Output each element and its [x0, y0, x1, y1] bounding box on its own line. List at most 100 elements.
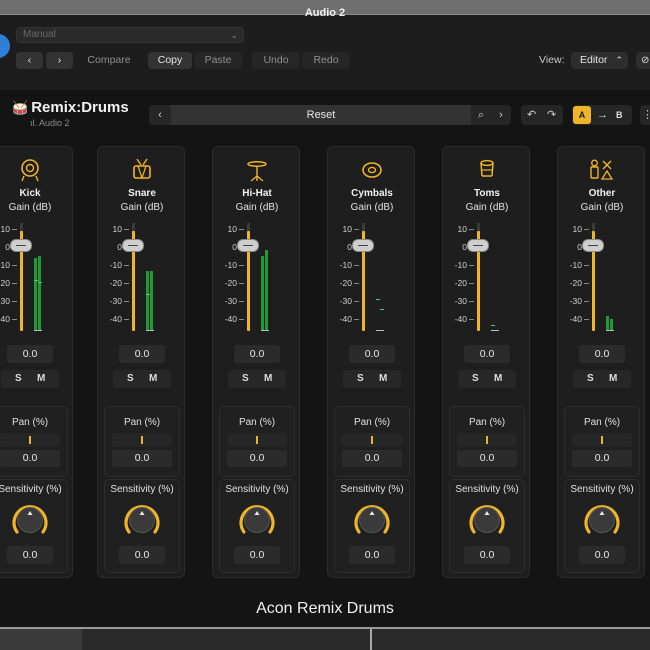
meter-floor [146, 330, 154, 331]
gain-value[interactable]: 0.0 [119, 345, 165, 363]
b-button[interactable]: B [616, 105, 623, 125]
prev-preset-button[interactable]: ‹ [16, 52, 43, 69]
sensitivity-knob[interactable] [580, 497, 624, 541]
pan-value[interactable]: 0.0 [457, 450, 517, 467]
scale-tick-mark [469, 283, 474, 284]
redo-icon[interactable]: ↷ [547, 105, 556, 125]
gain-value[interactable]: 0.0 [464, 345, 510, 363]
sensitivity-value[interactable]: 0.0 [7, 546, 53, 564]
scale-tick-mark [354, 229, 359, 230]
pan-indicator [141, 436, 143, 444]
mute-button[interactable]: M [379, 370, 387, 388]
compare-button[interactable]: Compare [80, 52, 138, 69]
pan-value[interactable]: 0.0 [342, 450, 402, 467]
gain-value[interactable]: 0.0 [579, 345, 625, 363]
solo-button[interactable]: S [587, 370, 594, 388]
pan-value[interactable]: 0.0 [572, 450, 632, 467]
pan-label: Pan (%) [468, 417, 506, 428]
channel-strip-other: Other Gain (dB) 10 0 -10 -20 -30 -40 0.0 S M Pan (%… [557, 146, 645, 578]
pan-value[interactable]: 0.0 [0, 450, 60, 467]
copy-a-to-b-icon[interactable]: → [597, 105, 608, 125]
more-menu-icon[interactable]: ⋮ [640, 105, 650, 125]
scale-tick-label: 0 [117, 242, 122, 252]
mute-button[interactable]: M [609, 370, 617, 388]
undo-icon[interactable]: ↶ [527, 105, 536, 125]
pan-slider[interactable] [112, 433, 172, 447]
view-select[interactable]: Editor ⌃ [571, 52, 628, 69]
link-icon[interactable]: ⊘ [636, 52, 650, 69]
sensitivity-knob[interactable] [350, 497, 394, 541]
gain-fader-handle[interactable] [10, 239, 32, 252]
undo-button[interactable]: Undo [252, 52, 300, 69]
pan-label: Pan (%) [11, 417, 49, 428]
next-preset-button[interactable]: › [46, 52, 73, 69]
gain-value[interactable]: 0.0 [7, 345, 53, 363]
scale-tick-mark [124, 283, 129, 284]
meter-right-peak [38, 282, 42, 283]
gain-fader-handle[interactable] [582, 239, 604, 252]
sensitivity-knob[interactable] [235, 497, 279, 541]
scale-tick-mark [239, 265, 244, 266]
mute-button[interactable]: M [494, 370, 502, 388]
scale-tick-mark [469, 301, 474, 302]
next-arrow-icon[interactable]: › [491, 105, 511, 125]
bottom-bezel [0, 627, 650, 650]
meter-floor [491, 330, 499, 331]
scale-tick-label: -20 [109, 278, 122, 288]
copy-button[interactable]: Copy [148, 52, 192, 69]
sensitivity-value[interactable]: 0.0 [119, 546, 165, 564]
pan-slider[interactable] [572, 433, 632, 447]
gain-value[interactable]: 0.0 [234, 345, 280, 363]
sensitivity-value[interactable]: 0.0 [579, 546, 625, 564]
a-button[interactable]: A [573, 106, 591, 124]
pan-slider[interactable] [457, 433, 517, 447]
scale-tick-mark [12, 283, 17, 284]
meter-left-peak [34, 280, 38, 281]
sensitivity-value[interactable]: 0.0 [349, 546, 395, 564]
scale-tick-mark [124, 229, 129, 230]
channel-name: Kick [19, 188, 41, 199]
scale-tick-label: 0 [347, 242, 352, 252]
sensitivity-label: Sensitivity (%) [340, 484, 404, 495]
pan-value[interactable]: 0.0 [112, 450, 172, 467]
sensitivity-knob[interactable] [120, 497, 164, 541]
scale-tick-label: -10 [454, 260, 467, 270]
scale-tick-mark [124, 319, 129, 320]
solo-button[interactable]: S [127, 370, 134, 388]
pan-value[interactable]: 0.0 [227, 450, 287, 467]
sensitivity-knob[interactable] [465, 497, 509, 541]
redo-button[interactable]: Redo [302, 52, 350, 69]
scale-tick-mark [239, 283, 244, 284]
gain-fader-handle[interactable] [467, 239, 489, 252]
search-icon[interactable]: ⌕ [471, 105, 491, 125]
preset-name-field[interactable]: Reset [171, 105, 471, 125]
gain-value[interactable]: 0.0 [349, 345, 395, 363]
gain-fader-handle[interactable] [237, 239, 259, 252]
sensitivity-value[interactable]: 0.0 [234, 546, 280, 564]
kick-drum-icon [0, 158, 74, 182]
gain-fader-handle[interactable] [122, 239, 144, 252]
preset-select[interactable]: Manual ⌄ [16, 27, 244, 43]
solo-button[interactable]: S [357, 370, 364, 388]
scale-tick-label: -20 [339, 278, 352, 288]
scale-tick-mark [584, 301, 589, 302]
mute-button[interactable]: M [37, 370, 45, 388]
paste-button[interactable]: Paste [194, 52, 242, 69]
pan-slider[interactable] [0, 433, 60, 447]
solo-button[interactable]: S [472, 370, 479, 388]
mute-button[interactable]: M [149, 370, 157, 388]
solo-mute-group: SM [458, 370, 516, 388]
gain-fader-handle[interactable] [352, 239, 374, 252]
scale-tick-label: -30 [339, 296, 352, 306]
solo-button[interactable]: S [15, 370, 22, 388]
scale-tick-label: -10 [224, 260, 237, 270]
sensitivity-value[interactable]: 0.0 [464, 546, 510, 564]
mute-button[interactable]: M [264, 370, 272, 388]
sensitivity-knob[interactable] [8, 497, 52, 541]
pan-slider[interactable] [227, 433, 287, 447]
scale-tick-mark [239, 229, 244, 230]
solo-button[interactable]: S [242, 370, 249, 388]
prev-arrow-icon[interactable]: ‹ [149, 105, 171, 125]
meter-left-peak [146, 294, 150, 295]
pan-slider[interactable] [342, 433, 402, 447]
